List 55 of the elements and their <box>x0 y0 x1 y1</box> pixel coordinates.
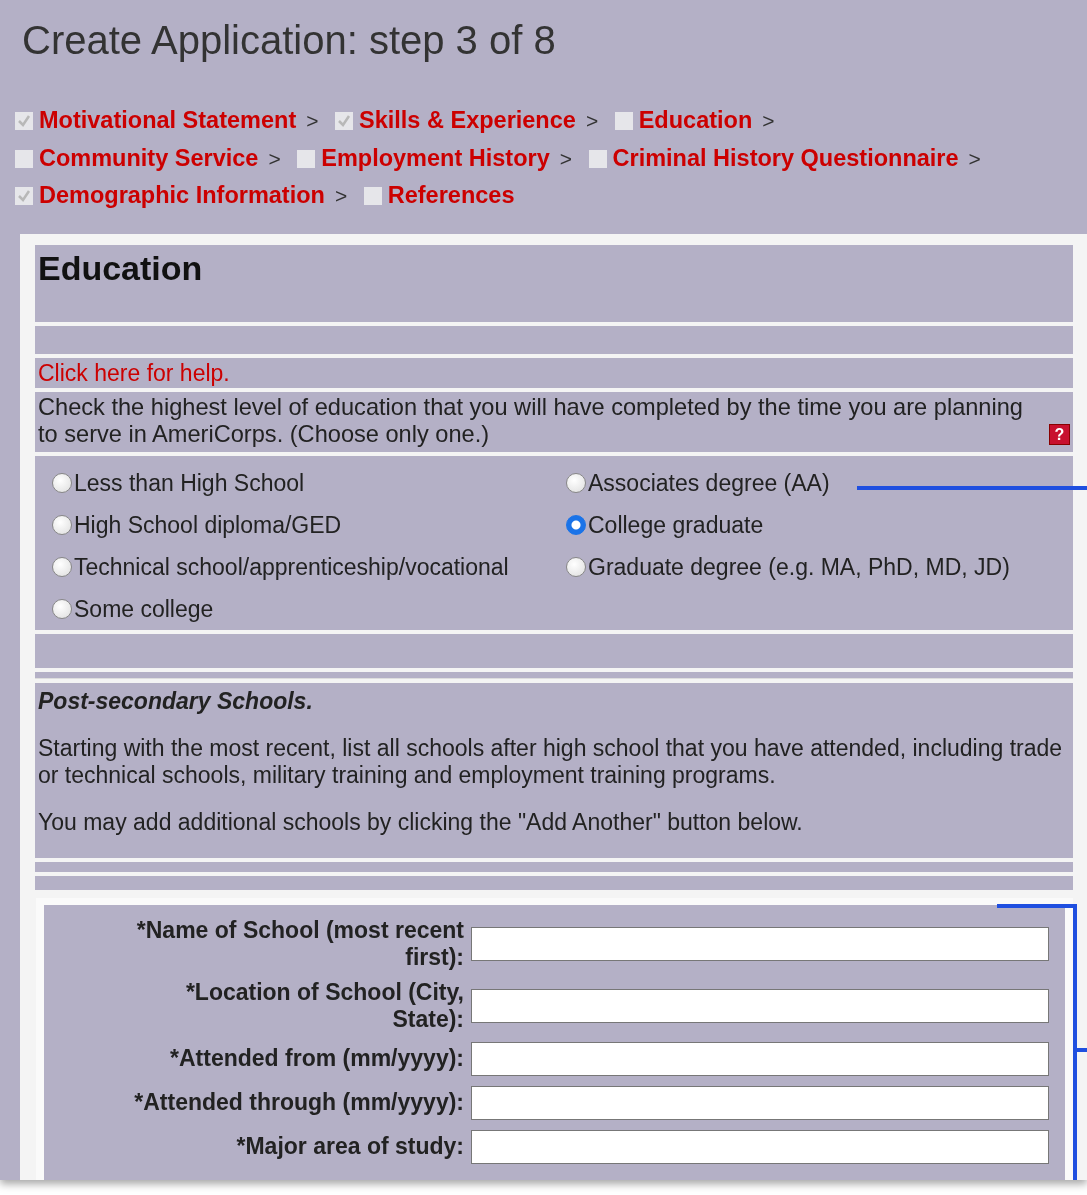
separator: > <box>334 184 348 208</box>
section-heading: Education <box>38 247 204 289</box>
radio-button[interactable] <box>52 514 72 535</box>
option-label: High School diploma/GED <box>74 510 342 540</box>
checkbox[interactable] <box>15 112 33 130</box>
checkbox[interactable] <box>614 112 633 130</box>
step-link[interactable]: Skills & Experience <box>359 107 576 133</box>
radio-button[interactable] <box>566 556 586 577</box>
field-label: *Location of School (City, State): <box>184 978 465 1033</box>
field-label: *Major area of study: <box>235 1133 465 1161</box>
input-field[interactable] <box>471 1041 1049 1076</box>
option-label: Graduate degree (e.g. MA, PhD, MD, JD) <box>588 552 1010 582</box>
option-label: Some college <box>74 594 214 624</box>
subsection-heading: Post-secondary Schools. <box>38 686 314 715</box>
help-icon[interactable]: ? <box>1049 423 1070 445</box>
checkbox[interactable] <box>297 149 316 168</box>
radio-button[interactable] <box>52 472 72 493</box>
help-link[interactable]: Click here for help. <box>38 359 230 386</box>
input-field[interactable] <box>471 1129 1049 1164</box>
radio-button[interactable] <box>52 556 72 577</box>
radio-button[interactable] <box>566 472 586 493</box>
step-link[interactable]: Community Service <box>39 144 259 171</box>
checkbox[interactable] <box>15 187 33 206</box>
field-label: *Attended from (mm/yyyy): <box>169 1045 465 1073</box>
separator: > <box>762 109 775 132</box>
radio-button[interactable] <box>566 514 586 535</box>
field-label: *Name of School (most recent first): <box>135 916 465 971</box>
page-title: Create Application: step 3 of 8 <box>22 17 556 64</box>
step-link[interactable]: Motivational Statement <box>39 107 297 133</box>
input-field[interactable] <box>471 988 1049 1023</box>
input-field[interactable] <box>471 926 1049 961</box>
radio-button[interactable] <box>52 598 72 619</box>
instruction-text: Starting with the most recent, list all schools after high school that you have attended, including trade or technical schools, military training and employment training programs. <box>38 734 1064 789</box>
option-label: Technical school/apprenticeship/vocational <box>74 552 509 582</box>
separator: > <box>968 146 981 170</box>
step-link[interactable]: Employment History <box>321 144 550 171</box>
checkbox[interactable] <box>15 149 33 168</box>
step-link[interactable]: References <box>387 182 515 209</box>
question-text: Check the highest level of education that you will have completed by the time you are planning to serve in AmeriCorps. (Choose only one.) <box>38 393 1024 448</box>
separator: > <box>306 109 319 132</box>
separator: > <box>585 109 599 132</box>
checkbox[interactable] <box>588 149 607 168</box>
option-label: Less than High School <box>74 468 305 498</box>
separator: > <box>559 146 572 170</box>
instruction-text: You may add additional schools by clicking the "Add Another" button below. <box>38 808 804 836</box>
option-label: College graduate <box>588 510 764 540</box>
separator: > <box>268 146 281 170</box>
checkbox[interactable] <box>363 187 382 206</box>
checkbox[interactable] <box>335 112 354 130</box>
step-link[interactable]: Demographic Information <box>39 182 325 209</box>
field-label: *Attended through (mm/yyyy): <box>133 1089 465 1117</box>
step-link[interactable]: Education <box>638 107 753 133</box>
input-field[interactable] <box>471 1085 1049 1120</box>
option-label: Associates degree (AA) <box>588 468 830 498</box>
step-link[interactable]: Criminal History Questionnaire <box>612 144 959 171</box>
